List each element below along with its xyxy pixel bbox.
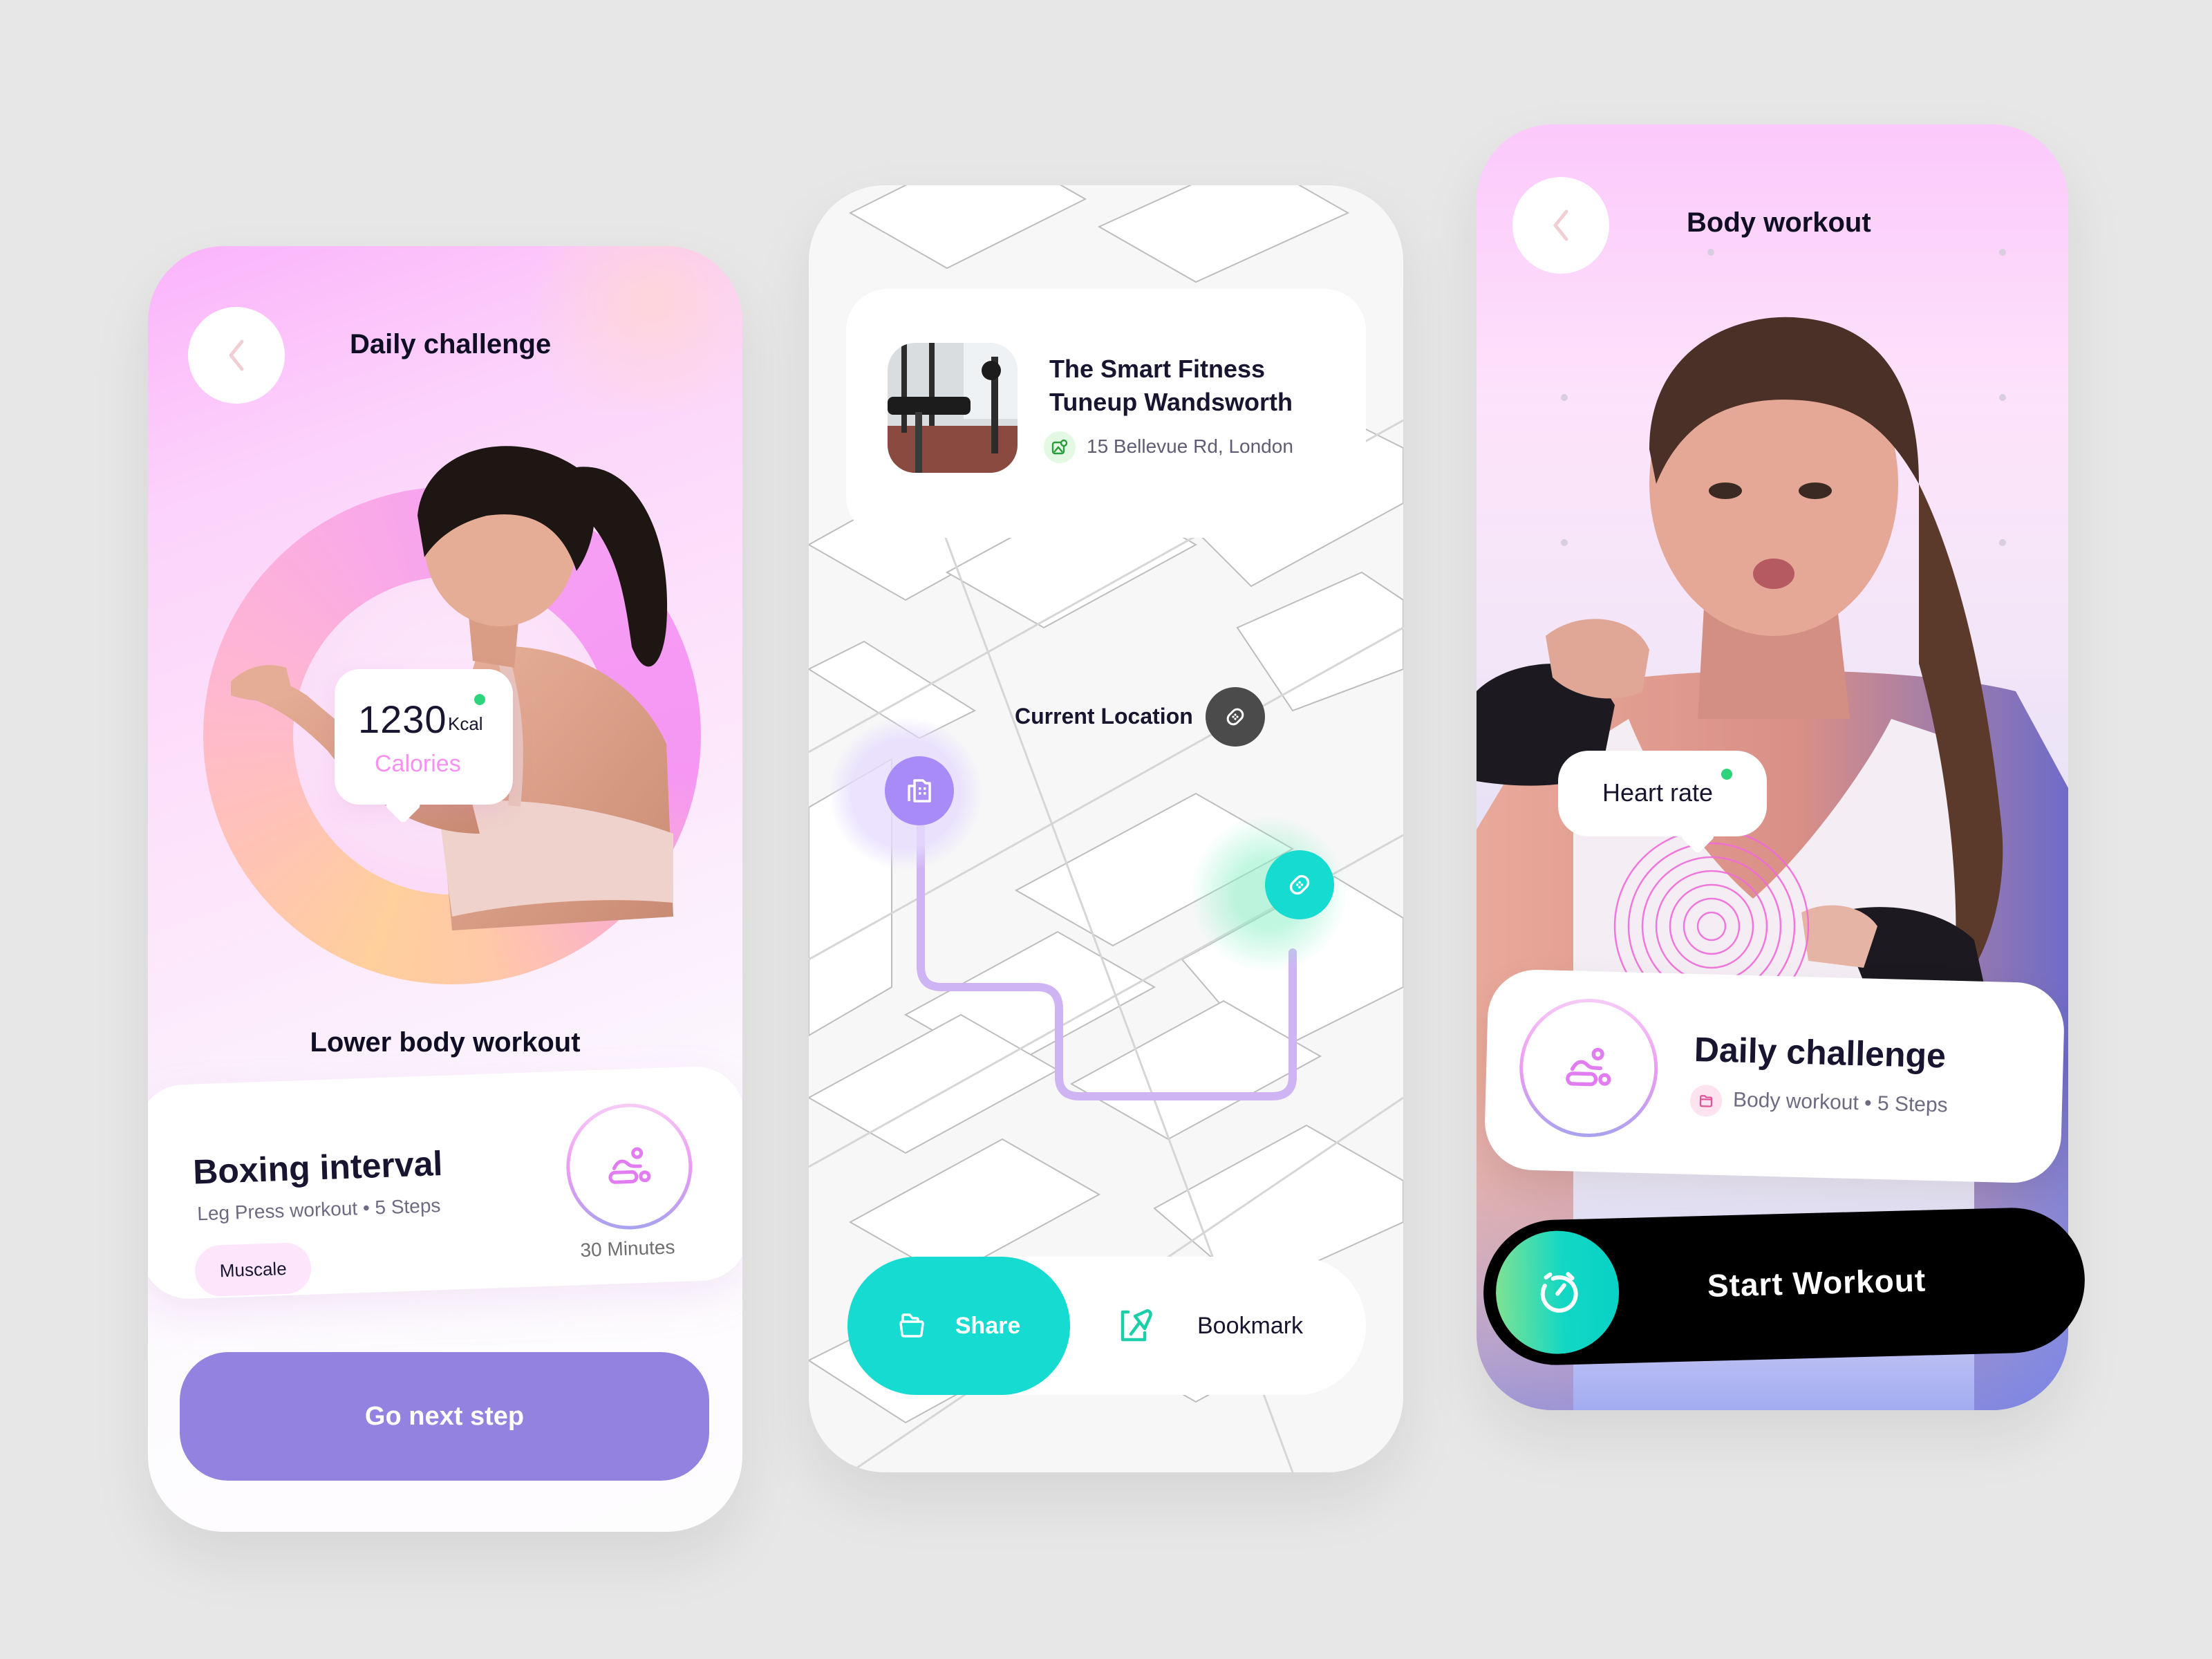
daily-challenge-screen: Daily challenge 1230 Kcal Calories Lower… — [148, 246, 742, 1532]
calories-unit: Kcal — [448, 713, 483, 734]
calories-value: 1230 — [358, 697, 447, 741]
screen-title: Daily challenge — [350, 329, 552, 359]
workout-card[interactable]: Boxing interval Leg Press workout • 5 St… — [148, 1065, 742, 1301]
bookmark-label: Bookmark — [1197, 1312, 1304, 1339]
share-button[interactable]: Share — [847, 1257, 1070, 1395]
start-workout-label: Start Workout — [1707, 1262, 1927, 1304]
folder-open-icon — [899, 1313, 924, 1338]
gym-address: 15 Bellevue Rd, London — [1087, 435, 1293, 457]
gym-pin[interactable] — [885, 756, 954, 825]
daily-challenge-card[interactable]: Daily challenge Body workout • 5 Steps — [1483, 968, 2065, 1184]
back-button[interactable] — [1512, 177, 1609, 274]
map-screen: The Smart Fitness Tuneup Wandsworth 15 B… — [809, 185, 1403, 1472]
chevron-left-icon — [229, 339, 244, 371]
workout-icon-ring — [564, 1101, 695, 1232]
status-dot — [1721, 769, 1732, 780]
map-action-bar: Share Bookmark — [847, 1257, 1366, 1395]
screen-title: Body workout — [1687, 207, 1871, 238]
workout-title: Boxing interval — [192, 1143, 444, 1192]
back-button[interactable] — [188, 307, 285, 404]
bookmark-button[interactable]: Bookmark — [1117, 1257, 1338, 1395]
building-icon — [908, 779, 931, 803]
heart-rate-tooltip[interactable]: Heart rate — [1558, 751, 1767, 836]
decor-dot — [1999, 249, 2006, 256]
gym-photo — [888, 343, 1018, 473]
start-workout-button[interactable]: Start Workout — [1481, 1206, 2087, 1367]
bookmark-pin-icon — [1121, 1309, 1152, 1342]
go-next-step-button[interactable]: Go next step — [180, 1352, 709, 1481]
section-title: Lower body workout — [310, 1027, 581, 1058]
challenge-icon-ring — [1517, 997, 1660, 1139]
stopwatch-icon — [1540, 1272, 1578, 1313]
exercise-icon — [608, 1147, 651, 1184]
timer-circle — [1494, 1229, 1621, 1356]
workout-tag[interactable]: Muscale — [194, 1241, 312, 1297]
challenge-title: Daily challenge — [1694, 1029, 1947, 1076]
bandage-icon — [1226, 708, 1244, 726]
exercise-icon — [1566, 1047, 1611, 1087]
chevron-left-icon — [1553, 209, 1568, 241]
calories-tooltip: 1230 Kcal Calories — [335, 669, 513, 805]
destination-pin[interactable] — [1265, 850, 1334, 919]
share-label: Share — [955, 1312, 1021, 1339]
calories-label: Calories — [375, 751, 461, 777]
current-location-pin[interactable] — [1206, 687, 1265, 747]
map-pin-image-icon — [1044, 431, 1076, 463]
challenge-meta: Body workout • 5 Steps — [1732, 1088, 1949, 1117]
current-location-label: Current Location — [1015, 704, 1193, 729]
folder-icon — [1689, 1084, 1723, 1118]
gym-name: The Smart Fitness Tuneup Wandsworth — [1049, 355, 1293, 416]
bandage-icon — [1289, 874, 1310, 895]
workout-duration: 30 Minutes — [579, 1236, 675, 1262]
gym-card[interactable]: The Smart Fitness Tuneup Wandsworth 15 B… — [846, 289, 1366, 538]
heart-rate-label: Heart rate — [1602, 778, 1714, 807]
workout-meta: Leg Press workout • 5 Steps — [196, 1194, 441, 1225]
decor-dot — [1707, 249, 1714, 256]
status-dot — [474, 694, 485, 705]
